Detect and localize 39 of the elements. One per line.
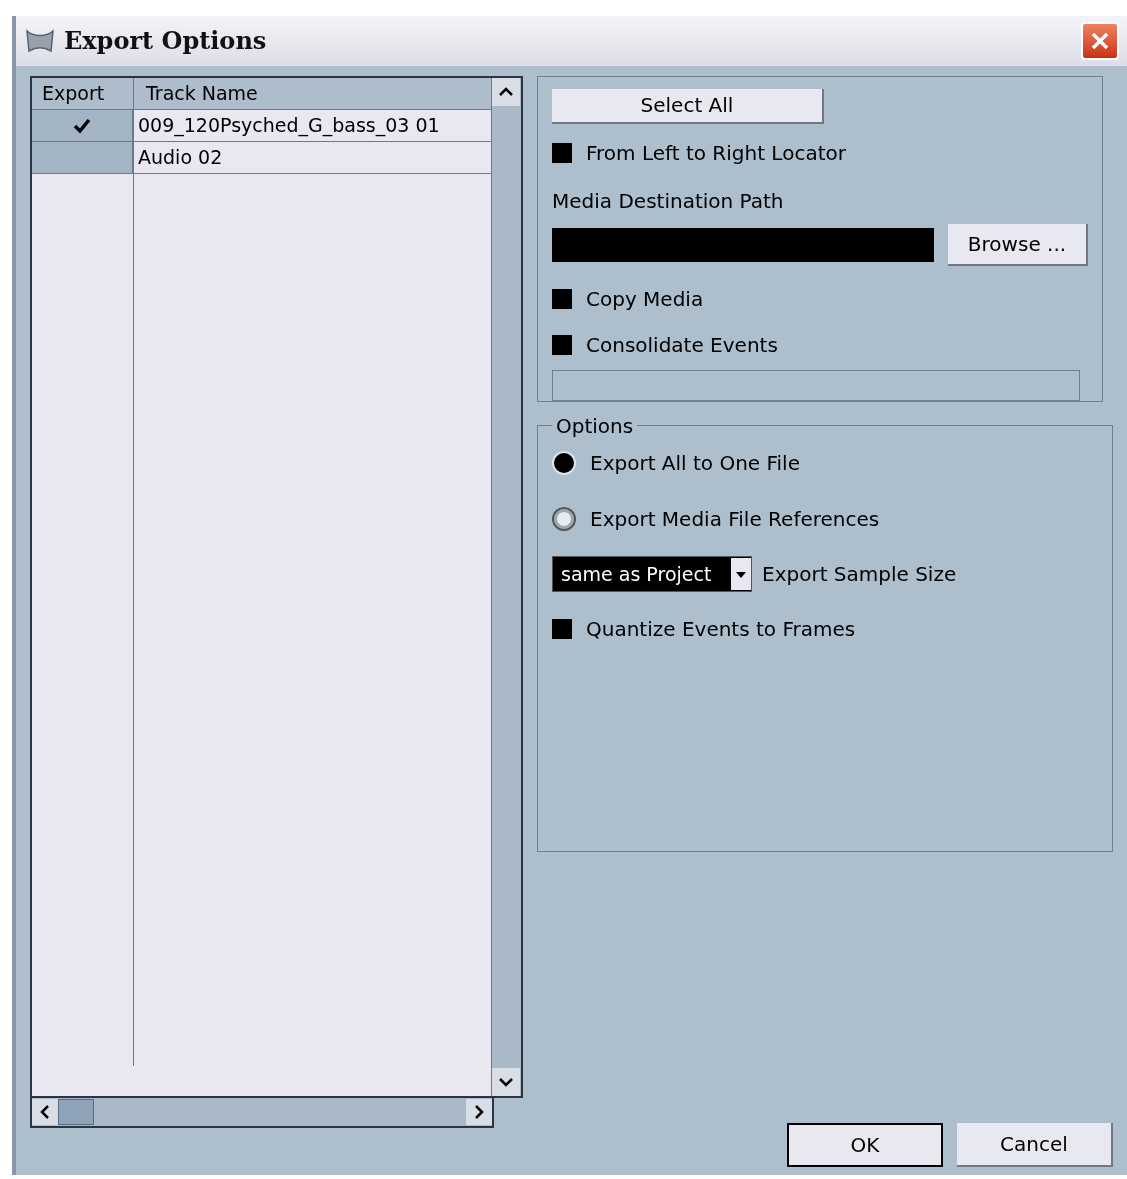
scroll-right-icon[interactable] — [466, 1099, 492, 1125]
checkbox[interactable] — [552, 142, 572, 163]
window-title: Export Options — [64, 25, 267, 57]
checkbox-label: Copy Media — [586, 285, 704, 313]
close-icon — [1090, 31, 1110, 51]
column-header[interactable]: Track Name — [134, 78, 491, 109]
export-checkbox-cell[interactable] — [32, 110, 134, 141]
sample-size-dropdown[interactable]: same as Project — [552, 556, 752, 592]
browse-button[interactable]: Browse ... — [948, 223, 1088, 266]
dropdown-value: same as Project — [560, 561, 713, 587]
checkbox[interactable] — [552, 619, 572, 639]
checkmark-icon — [73, 117, 91, 134]
select-all-button[interactable]: Select All — [552, 89, 824, 124]
scroll-down-icon[interactable] — [492, 1068, 520, 1096]
scroll-thumb[interactable] — [58, 1099, 94, 1125]
caret-icon — [731, 558, 751, 590]
checkbox-label: From Left to Right Locator — [586, 139, 846, 167]
app-icon — [24, 27, 56, 55]
path-field[interactable] — [552, 227, 934, 262]
track-name-cell-text: 009_120Psyched_G_bass_03 01 — [137, 113, 441, 139]
radio-label: Export Media File References — [590, 506, 880, 533]
radio-label: Export All to One File — [590, 450, 800, 477]
horizontal-scrollbar[interactable] — [30, 1098, 494, 1128]
dialog-button[interactable]: Cancel — [957, 1123, 1113, 1167]
scroll-up-icon[interactable] — [492, 78, 520, 106]
close-button[interactable] — [1081, 22, 1119, 60]
checkbox[interactable] — [552, 334, 572, 355]
dialog-button[interactable]: OK — [787, 1123, 943, 1167]
dropdown-label: Export Sample Size — [762, 561, 957, 588]
export-checkbox-cell[interactable] — [32, 142, 134, 173]
radio-button[interactable] — [552, 507, 576, 531]
track-name-cell-text: Audio 02 — [137, 145, 224, 171]
scroll-left-icon[interactable] — [32, 1099, 58, 1125]
column-header[interactable]: Export — [32, 78, 134, 109]
checkbox[interactable] — [552, 288, 572, 309]
checkbox-label: Quantize Events to Frames — [586, 616, 856, 643]
vertical-scrollbar[interactable] — [491, 78, 521, 1096]
checkbox-label: Consolidate Events — [586, 331, 778, 359]
path-label: Media Destination Path — [552, 187, 785, 215]
